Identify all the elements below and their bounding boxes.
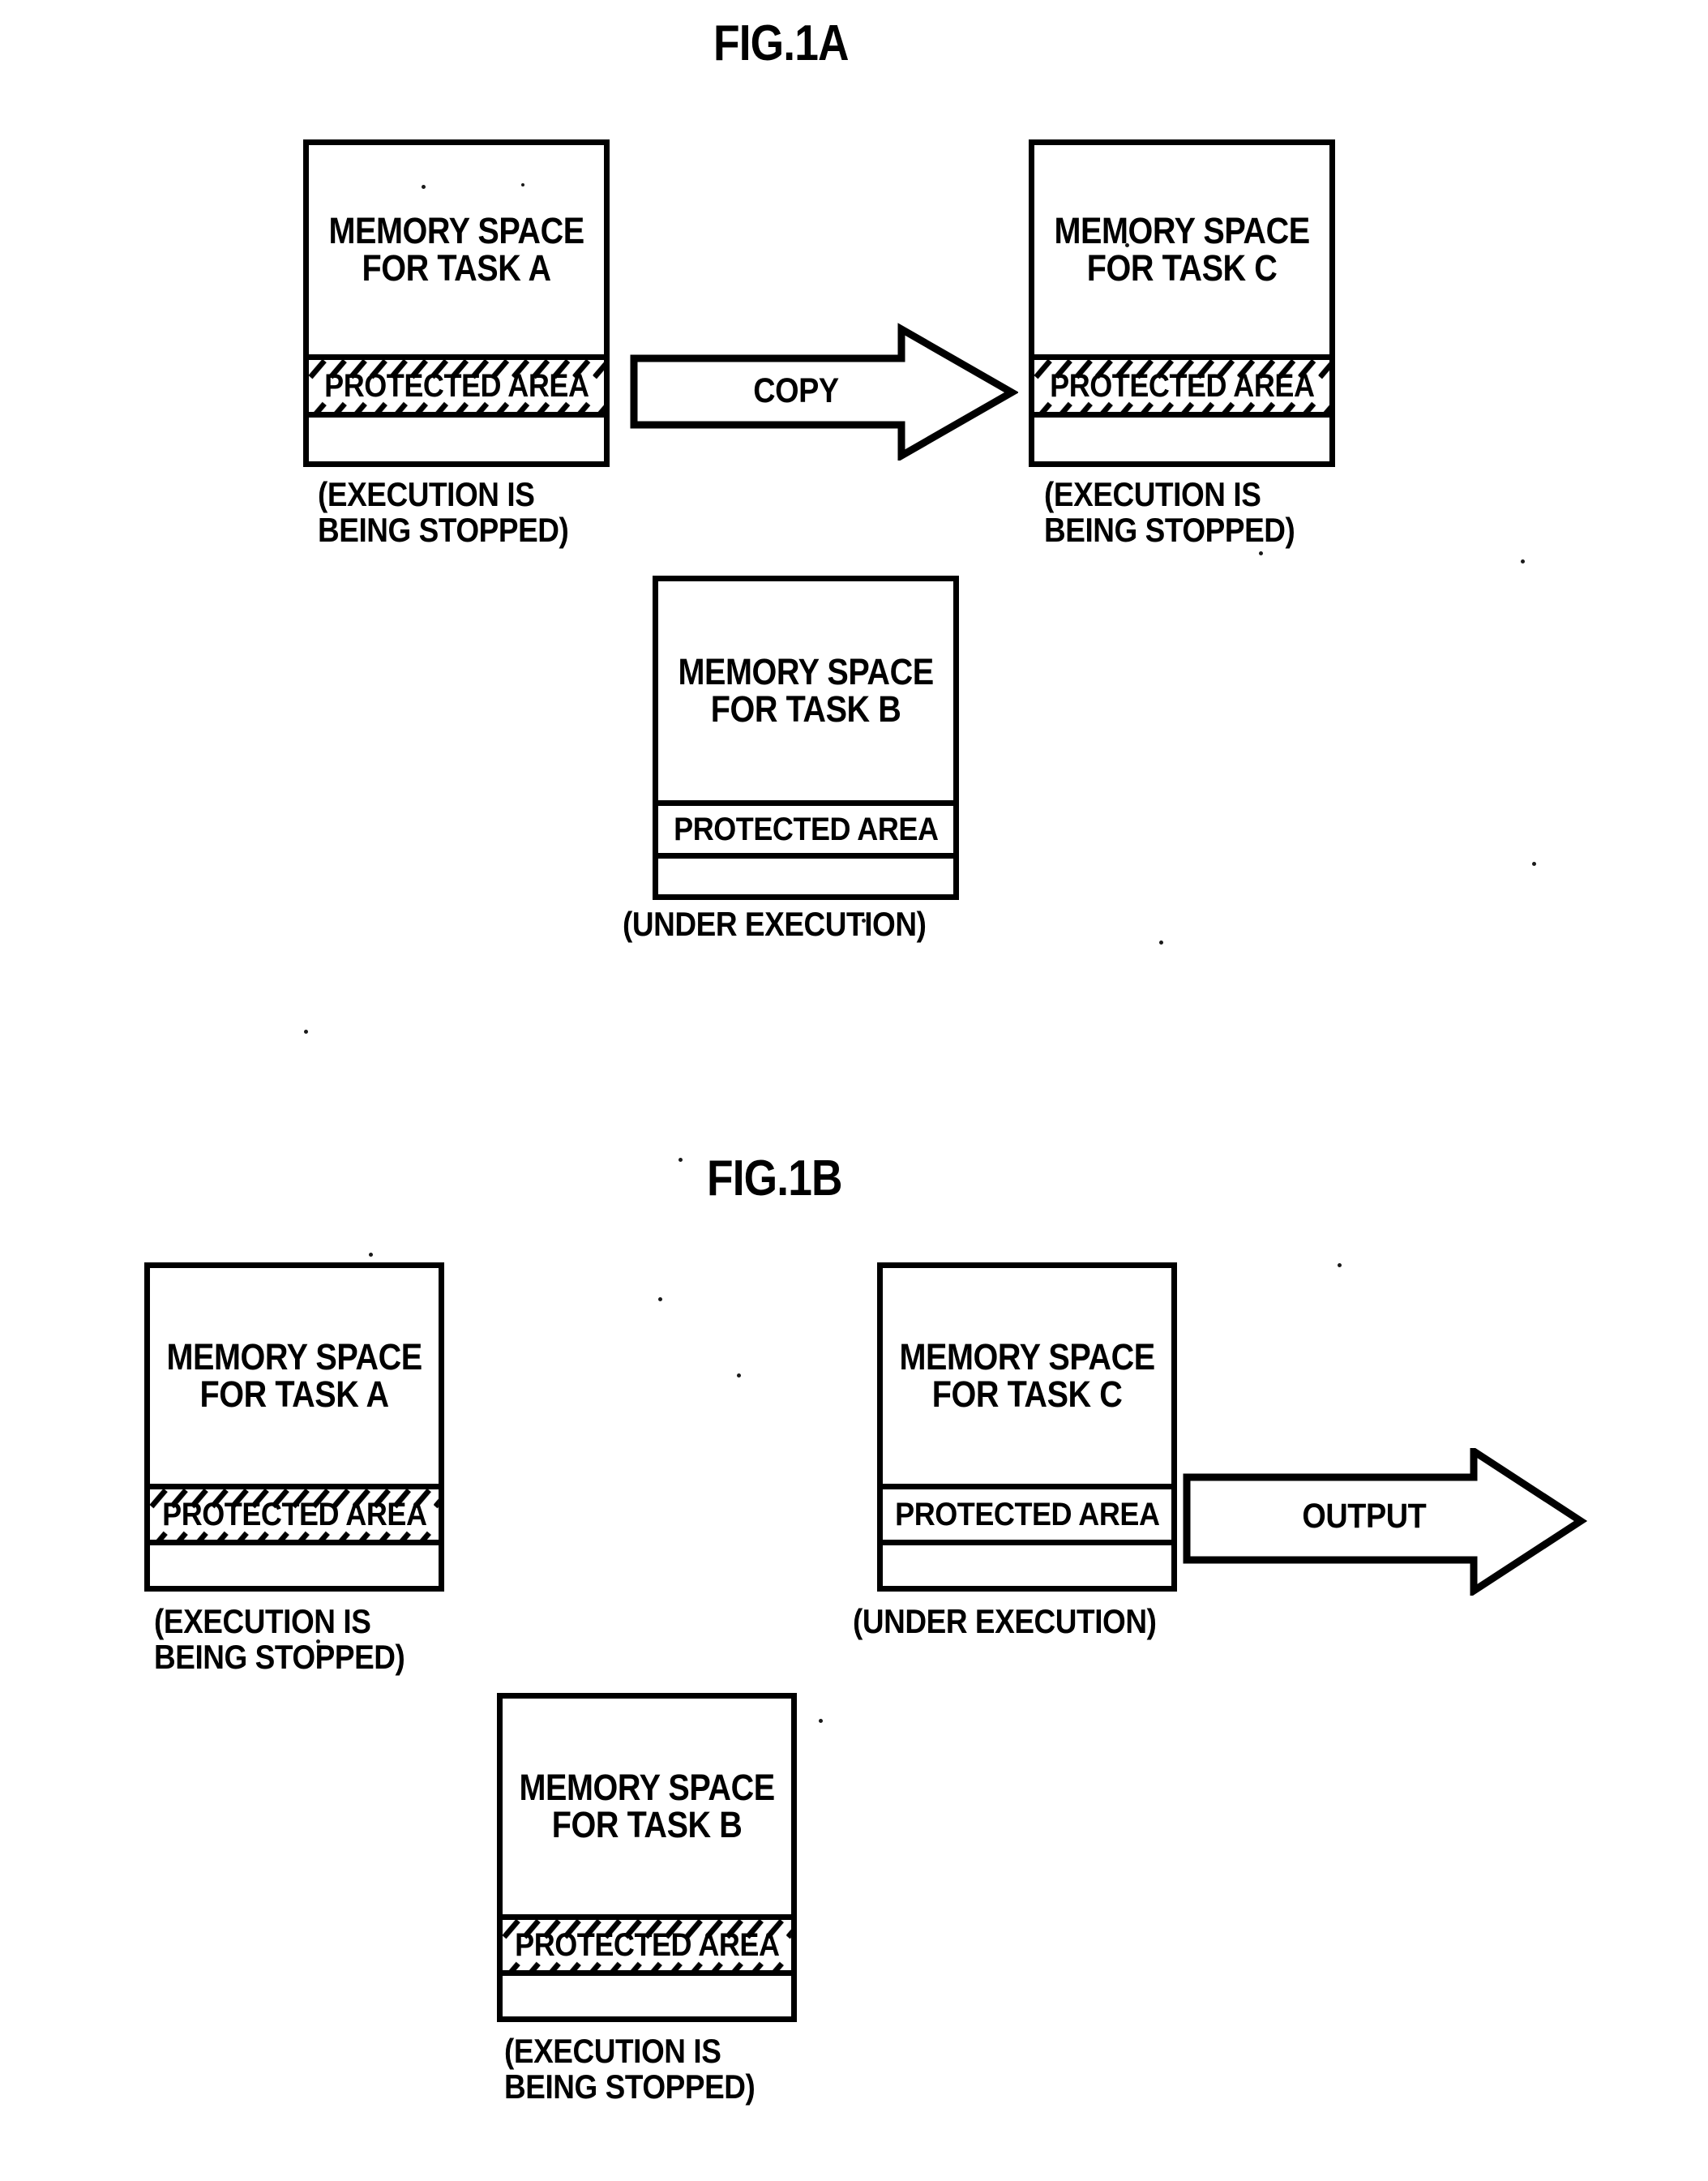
caption-line2: BEING STOPPED) xyxy=(318,510,569,549)
memory-label-line2: FOR TASK C xyxy=(1086,247,1278,289)
copy-arrow-label: COPY xyxy=(753,371,839,410)
scan-speck xyxy=(1259,551,1263,555)
scan-speck xyxy=(1521,559,1525,563)
caption-line1: (EXECUTION IS xyxy=(154,1602,371,1640)
protected-area-label: PROTECTED AREA xyxy=(1049,367,1315,404)
scan-speck xyxy=(737,1373,741,1378)
memory-block-task-b-fig1b: MEMORY SPACE FOR TASK B PROTECTED AREA xyxy=(497,1693,797,2022)
memory-label-line2: FOR TASK B xyxy=(710,688,901,730)
caption-line2: BEING STOPPED) xyxy=(1044,510,1295,549)
scan-speck xyxy=(862,919,866,923)
memory-tail-region xyxy=(309,418,604,461)
memory-block-label: MEMORY SPACE FOR TASK B xyxy=(519,1767,775,1845)
memory-block-task-b-fig1a: MEMORY SPACE FOR TASK B PROTECTED AREA xyxy=(653,576,959,900)
memory-block-label: MEMORY SPACE FOR TASK C xyxy=(899,1336,1155,1415)
caption-task-c-fig1a: (EXECUTION IS BEING STOPPED) xyxy=(1044,477,1295,547)
memory-tail-region xyxy=(503,1976,791,2016)
memory-label-line2: FOR TASK B xyxy=(551,1804,743,1845)
patent-figure-page: FIG.1A MEMORY SPACE FOR TASK A PROTECTED… xyxy=(0,0,1708,2181)
caption-line1: (UNDER EXECUTION) xyxy=(623,905,927,943)
memory-main-region: MEMORY SPACE FOR TASK B xyxy=(503,1699,791,1914)
scan-speck xyxy=(658,1297,662,1301)
output-arrow-label: OUTPUT xyxy=(1302,1497,1427,1536)
caption-line1: (UNDER EXECUTION) xyxy=(853,1602,1157,1640)
caption-line2: BEING STOPPED) xyxy=(154,1637,405,1676)
caption-line1: (EXECUTION IS xyxy=(318,475,535,513)
memory-label-line1: MEMORY SPACE xyxy=(328,210,584,252)
memory-block-label: MEMORY SPACE FOR TASK A xyxy=(328,212,584,287)
scan-speck xyxy=(819,1719,823,1723)
scan-speck xyxy=(1532,862,1536,866)
protected-area-band: PROTECTED AREA xyxy=(658,800,953,859)
protected-area-band: PROTECTED AREA xyxy=(309,354,604,418)
output-arrow: OUTPUT xyxy=(1182,1444,1588,1598)
memory-label-line1: MEMORY SPACE xyxy=(519,1767,775,1809)
memory-block-task-a-fig1b: MEMORY SPACE FOR TASK A PROTECTED AREA xyxy=(144,1262,444,1592)
protected-area-label: PROTECTED AREA xyxy=(894,1496,1160,1532)
caption-task-a-fig1b: (EXECUTION IS BEING STOPPED) xyxy=(154,1604,405,1674)
memory-label-line1: MEMORY SPACE xyxy=(1054,210,1310,252)
memory-block-label: MEMORY SPACE FOR TASK B xyxy=(678,651,934,730)
protected-area-label: PROTECTED AREA xyxy=(673,811,939,847)
protected-area-band: PROTECTED AREA xyxy=(150,1484,439,1545)
protected-area-label: PROTECTED AREA xyxy=(514,1926,780,1963)
protected-area-label: PROTECTED AREA xyxy=(323,367,589,404)
protected-area-label: PROTECTED AREA xyxy=(161,1496,427,1532)
caption-line1: (EXECUTION IS xyxy=(1044,475,1261,513)
protected-area-band: PROTECTED AREA xyxy=(503,1914,791,1976)
scan-speck xyxy=(521,183,524,186)
memory-block-task-c-fig1b: MEMORY SPACE FOR TASK C PROTECTED AREA xyxy=(877,1262,1177,1592)
caption-task-b-fig1a: (UNDER EXECUTION) xyxy=(623,905,927,943)
scan-speck xyxy=(304,1030,308,1034)
memory-label-line1: MEMORY SPACE xyxy=(678,651,934,693)
scan-speck xyxy=(1125,243,1129,247)
scan-speck xyxy=(316,1639,320,1643)
memory-block-label: MEMORY SPACE FOR TASK A xyxy=(166,1339,422,1413)
protected-area-band: PROTECTED AREA xyxy=(883,1484,1171,1545)
memory-tail-region xyxy=(658,859,953,894)
memory-label-line2: FOR TASK A xyxy=(199,1373,389,1415)
caption-line1: (EXECUTION IS xyxy=(504,2032,721,2070)
memory-tail-region xyxy=(150,1545,439,1586)
memory-label-line1: MEMORY SPACE xyxy=(166,1336,422,1378)
memory-label-line2: FOR TASK A xyxy=(362,247,551,289)
memory-main-region: MEMORY SPACE FOR TASK C xyxy=(1034,145,1329,354)
caption-line2: BEING STOPPED) xyxy=(504,2067,756,2106)
memory-main-region: MEMORY SPACE FOR TASK A xyxy=(150,1268,439,1484)
scan-speck xyxy=(1338,1263,1342,1267)
memory-block-task-c-fig1a: MEMORY SPACE FOR TASK C PROTECTED AREA xyxy=(1029,139,1335,467)
memory-main-region: MEMORY SPACE FOR TASK B xyxy=(658,581,953,800)
memory-block-label: MEMORY SPACE FOR TASK C xyxy=(1054,210,1310,289)
memory-tail-region xyxy=(883,1545,1171,1586)
caption-task-a-fig1a: (EXECUTION IS BEING STOPPED) xyxy=(318,475,569,549)
memory-block-task-a-fig1a: MEMORY SPACE FOR TASK A PROTECTED AREA xyxy=(303,139,610,467)
figure-1b-title: FIG.1B xyxy=(707,1150,843,1206)
memory-label-line2: FOR TASK C xyxy=(931,1373,1123,1415)
caption-task-b-fig1b: (EXECUTION IS BEING STOPPED) xyxy=(504,2032,756,2106)
memory-main-region: MEMORY SPACE FOR TASK A xyxy=(309,145,604,354)
scan-speck xyxy=(422,185,426,189)
memory-main-region: MEMORY SPACE FOR TASK C xyxy=(883,1268,1171,1484)
protected-area-band: PROTECTED AREA xyxy=(1034,354,1329,418)
scan-speck xyxy=(369,1253,373,1257)
scan-speck xyxy=(1159,941,1163,945)
caption-task-c-fig1b: (UNDER EXECUTION) xyxy=(853,1602,1157,1640)
copy-arrow: COPY xyxy=(629,323,1020,462)
figure-1a-title: FIG.1A xyxy=(713,15,850,71)
memory-tail-region xyxy=(1034,418,1329,461)
memory-label-line1: MEMORY SPACE xyxy=(899,1336,1155,1378)
scan-speck xyxy=(678,1158,683,1162)
